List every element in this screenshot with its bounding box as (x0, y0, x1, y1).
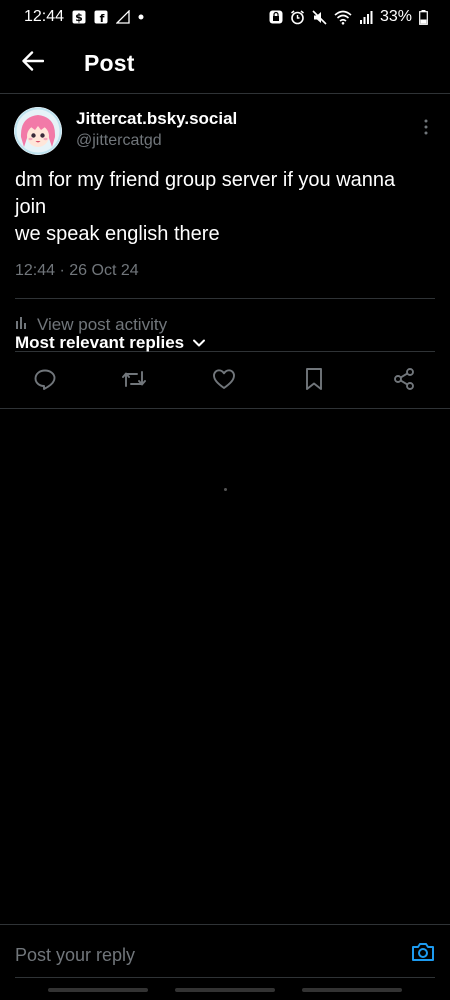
post-text-line: join (15, 196, 47, 218)
wifi-icon (334, 10, 352, 25)
loading-indicator (224, 488, 227, 491)
camera-button[interactable] (410, 941, 436, 967)
dollar-notification-icon: $ (72, 10, 86, 24)
share-icon (392, 367, 416, 396)
post-timestamp[interactable]: 12:44 · 26 Oct 24 (15, 262, 139, 280)
mute-icon (312, 9, 327, 25)
svg-text:f: f (100, 12, 105, 24)
app-header: Post (0, 34, 450, 94)
battery-icon (419, 9, 428, 25)
nav-back-button[interactable] (302, 988, 402, 992)
nav-recents-button[interactable] (48, 988, 148, 992)
post-text: dm for my friend group server if you wan… (15, 167, 435, 248)
repost-button[interactable] (120, 367, 148, 395)
cell-signal-icon (359, 10, 373, 24)
divider (15, 298, 435, 299)
status-right: 33% (269, 8, 428, 26)
reply-underline (15, 977, 435, 978)
battery-percent: 33% (379, 8, 412, 25)
reply-input[interactable]: Post your reply (15, 945, 135, 966)
svg-text:$: $ (75, 11, 83, 24)
status-time: 12:44 (24, 8, 65, 25)
status-left: 12:44 $ f (24, 8, 144, 26)
post-text-line: we speak english there (15, 223, 220, 245)
like-button[interactable] (210, 367, 238, 395)
action-bar (0, 353, 450, 409)
avatar[interactable] (14, 107, 62, 155)
repost-icon (121, 367, 147, 396)
reply-button[interactable] (31, 367, 59, 395)
post-text-line: dm for my friend group server if you wan… (15, 169, 396, 191)
post: Jittercat.bsky.social @jittercatgd dm fo… (0, 95, 450, 390)
back-button[interactable] (18, 49, 48, 79)
alarm-icon (290, 9, 305, 25)
page-title: Post (84, 50, 135, 76)
lock-status-icon (269, 10, 283, 24)
reply-icon (33, 367, 57, 396)
handle[interactable]: @jittercatgd (76, 132, 162, 150)
bookmark-button[interactable] (300, 367, 328, 395)
like-icon (212, 368, 236, 395)
section-divider (0, 408, 450, 409)
facebook-notification-icon: f (94, 10, 108, 24)
activity-label: View post activity (37, 315, 168, 334)
chevron-down-icon (192, 333, 206, 353)
arrow-left-icon (22, 51, 45, 76)
replies-sort-dropdown[interactable]: Most relevant replies (15, 333, 206, 353)
author-row: Jittercat.bsky.social @jittercatgd (0, 95, 450, 165)
bookmark-icon (304, 367, 324, 396)
bar-chart-icon (15, 315, 29, 335)
nav-home-button[interactable] (175, 988, 275, 992)
share-button[interactable] (390, 367, 418, 395)
more-options-button[interactable] (414, 117, 438, 141)
system-nav-bar (0, 980, 450, 1000)
camera-icon (411, 941, 435, 968)
reply-composer: Post your reply (0, 924, 450, 980)
display-name[interactable]: Jittercat.bsky.social (76, 109, 237, 129)
sort-label: Most relevant replies (15, 333, 185, 352)
status-bar: 12:44 $ f 33% (0, 0, 450, 34)
view-post-activity[interactable]: View post activity (15, 315, 167, 335)
signal-notification-icon (116, 10, 130, 24)
more-vertical-icon (424, 119, 428, 140)
dot-icon (138, 14, 144, 20)
